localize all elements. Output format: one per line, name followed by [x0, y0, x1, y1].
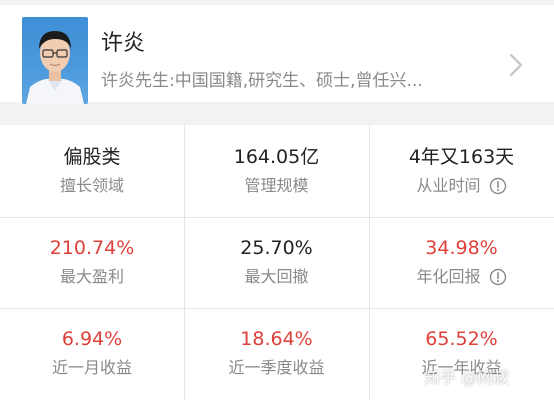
stat-value: 4年又163天: [408, 146, 515, 168]
info-icon[interactable]: [489, 177, 507, 195]
chevron-right-icon[interactable]: [506, 51, 526, 79]
stat-max-profit: 210.74% 最大盈利: [0, 236, 184, 288]
stat-value: 偏股类: [63, 146, 121, 168]
stat-tenure: 4年又163天 从业时间: [369, 145, 554, 197]
stat-1m-return: 6.94% 近一月收益: [0, 327, 184, 379]
stat-value: 164.05亿: [233, 146, 320, 168]
stat-label: 近一月收益: [51, 358, 132, 377]
stat-annualized-return: 34.98% 年化回报: [369, 236, 554, 288]
grid-divider: [0, 308, 554, 309]
stat-aum: 164.05亿 管理规模: [184, 145, 369, 197]
stat-value: 25.70%: [240, 237, 313, 259]
stat-label: 从业时间: [369, 175, 554, 197]
stat-value: 6.94%: [61, 328, 123, 350]
stat-label: 最大盈利: [59, 267, 124, 286]
manager-stats-grid: 偏股类 擅长领域 164.05亿 管理规模 4年又163天 从业时间 210.7…: [0, 125, 554, 400]
stat-max-drawdown: 25.70% 最大回撤: [184, 236, 369, 288]
manager-bio: 许炎先生:中国国籍,研究生、硕士,曾任兴...: [101, 71, 423, 91]
stat-specialty: 偏股类 擅长领域: [0, 145, 184, 197]
watermark-text: 知乎 @网叔: [424, 368, 510, 387]
manager-profile-card[interactable]: 许炎 许炎先生:中国国籍,研究生、硕士,曾任兴...: [0, 5, 554, 104]
avatar-portrait-icon: [26, 31, 84, 104]
manager-name: 许炎: [101, 31, 146, 56]
watermark: 知乎 @网叔: [424, 364, 509, 388]
info-icon[interactable]: [489, 268, 507, 286]
stat-label: 近一季度收益: [228, 358, 325, 377]
stat-label: 擅长领域: [59, 176, 124, 195]
stat-value: 210.74%: [49, 237, 135, 259]
stat-label: 年化回报: [369, 266, 554, 288]
manager-avatar: [22, 17, 88, 104]
stat-3m-return: 18.64% 近一季度收益: [184, 327, 369, 379]
stat-value: 18.64%: [240, 328, 313, 350]
stat-label: 最大回撤: [244, 267, 309, 286]
stat-value: 34.98%: [425, 237, 498, 259]
grid-divider: [0, 217, 554, 218]
stat-value: 65.52%: [425, 328, 498, 350]
stat-label: 管理规模: [244, 176, 309, 195]
